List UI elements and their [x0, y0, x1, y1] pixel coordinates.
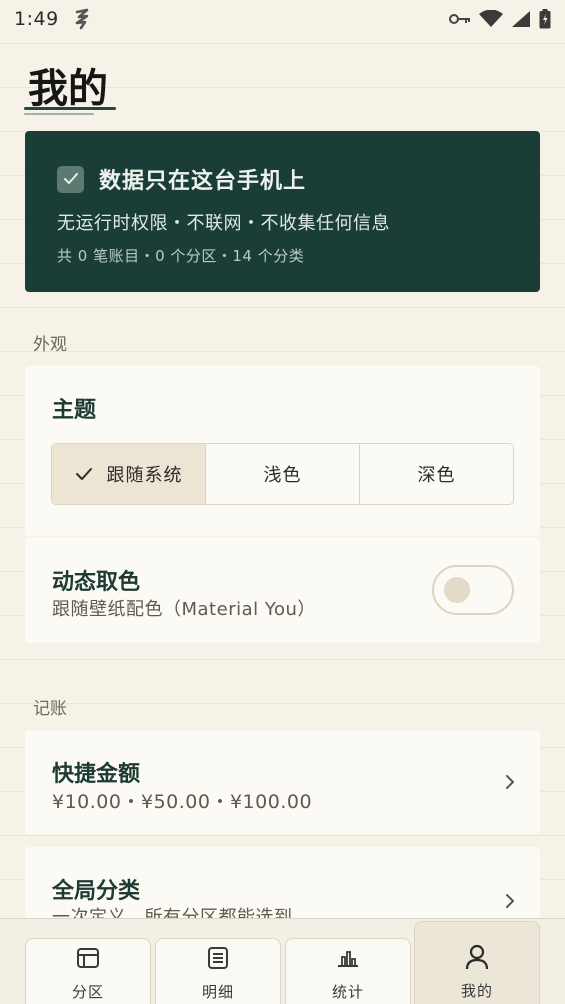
quick-amount-card[interactable]: 快捷金额 ¥10.00・¥50.00・¥100.00 [25, 730, 540, 834]
signal-icon [511, 10, 531, 28]
global-category-title: 全局分类 [52, 879, 141, 904]
privacy-header: 数据只在这台手机上 [57, 163, 540, 195]
privacy-title: 数据只在这台手机上 [99, 169, 307, 194]
chevron-right-icon [504, 893, 516, 909]
bottom-nav: 分区 明细 统计 我的 [0, 918, 565, 1004]
status-icons [449, 9, 551, 29]
title-underline [24, 107, 116, 110]
battery-icon [539, 9, 551, 29]
key-icon [449, 12, 471, 26]
nav-item-me[interactable]: 我的 [414, 921, 540, 1004]
dynamic-color-subtitle: 跟随壁纸配色（Material You） [52, 599, 316, 620]
quick-amount-subtitle: ¥10.00・¥50.00・¥100.00 [52, 791, 313, 813]
status-bar: 1:49 [0, 0, 565, 38]
toggle-knob [444, 577, 470, 603]
theme-option-system[interactable]: 跟随系统 [52, 444, 206, 504]
chevron-right-icon [504, 774, 516, 790]
nav-label: 分区 [71, 983, 104, 1001]
page-title: 我的 [28, 65, 108, 112]
global-category-card[interactable]: 全局分类 一次定义，所有分区都能选到 [25, 847, 540, 927]
section-label-appearance: 外观 [33, 335, 67, 355]
privacy-card: 数据只在这台手机上 无运行时权限・不联网・不收集任何信息 共 0 笔账目・0 个… [25, 131, 540, 292]
theme-option-label: 浅色 [263, 465, 302, 486]
nav-label: 明细 [201, 983, 234, 1001]
privacy-stats: 共 0 笔账目・0 个分区・14 个分类 [57, 247, 305, 265]
theme-option-label: 深色 [417, 465, 456, 486]
theme-option-label: 跟随系统 [106, 465, 183, 486]
theme-option-light[interactable]: 浅色 [206, 444, 360, 504]
nav-item-stats[interactable]: 统计 [285, 938, 411, 1004]
privacy-subtitle: 无运行时权限・不联网・不收集任何信息 [57, 213, 390, 234]
check-icon [75, 467, 93, 481]
dynamic-color-toggle[interactable] [432, 565, 514, 615]
nav-item-partition[interactable]: 分区 [25, 938, 151, 1004]
wifi-icon [479, 10, 503, 28]
person-icon [465, 944, 489, 970]
notification-icon [73, 8, 91, 30]
theme-title: 主题 [52, 398, 97, 423]
section-label-bookkeeping: 记账 [33, 699, 67, 719]
theme-segmented-control: 跟随系统 浅色 深色 [51, 443, 514, 505]
theme-option-dark[interactable]: 深色 [360, 444, 513, 504]
list-icon [207, 945, 229, 971]
dynamic-color-card[interactable]: 动态取色 跟随壁纸配色（Material You） [25, 537, 540, 643]
stats-icon [336, 945, 360, 971]
partition-icon [76, 945, 100, 971]
status-time: 1:49 [14, 8, 59, 30]
theme-card: 主题 跟随系统 浅色 深色 [25, 366, 540, 536]
nav-item-details[interactable]: 明细 [155, 938, 281, 1004]
nav-label: 统计 [331, 983, 364, 1001]
title-underline-secondary [24, 113, 94, 115]
quick-amount-title: 快捷金额 [52, 762, 141, 787]
check-icon [57, 165, 84, 193]
dynamic-color-title: 动态取色 [52, 570, 141, 595]
nav-label: 我的 [460, 982, 493, 1000]
